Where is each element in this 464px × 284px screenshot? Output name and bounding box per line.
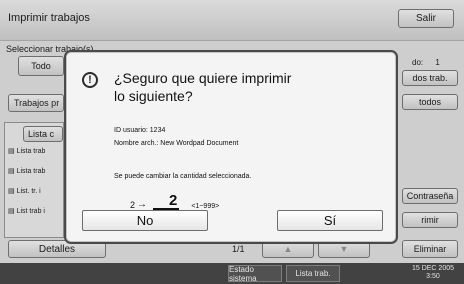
quantity-row: 2 → 2 <1~999> — [130, 193, 220, 210]
warning-icon: ! — [82, 72, 98, 88]
no-button[interactable]: No — [82, 210, 208, 231]
qty-from: 2 — [130, 200, 136, 210]
user-id-text: ID usuario: 1234 — [114, 127, 166, 134]
arrow-right-icon: → — [137, 199, 148, 210]
quantity-input[interactable]: 2 — [153, 193, 180, 210]
quantity-range: <1~999> — [191, 203, 220, 210]
change-qty-note: Se puede cambiar la cantidad seleccionad… — [114, 173, 252, 180]
dialog-title: ¿Seguro que quiere imprimir lo siguiente… — [114, 70, 292, 104]
file-name-text: Nombre arch.: New Wordpad Document — [114, 140, 239, 147]
yes-button[interactable]: Sí — [277, 210, 383, 231]
confirm-print-dialog: ! ¿Seguro que quiere imprimir lo siguien… — [64, 50, 398, 244]
print-jobs-screen: Imprimir trabajos Salir Seleccionar trab… — [0, 0, 464, 284]
